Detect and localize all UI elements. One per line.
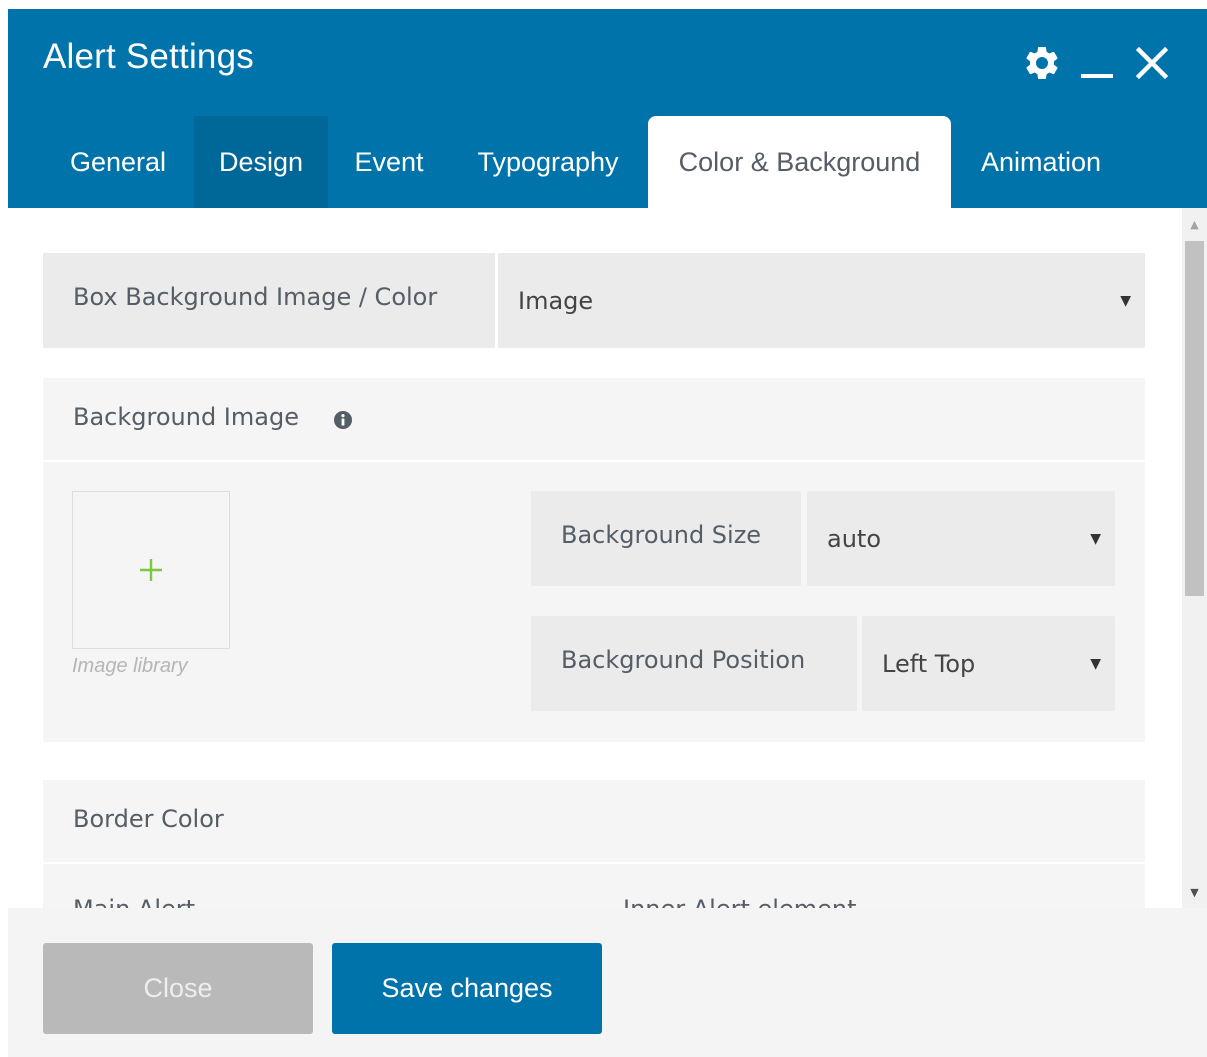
close-button[interactable]: Close bbox=[43, 943, 313, 1034]
bg-size-select[interactable]: auto ▼ bbox=[807, 491, 1115, 586]
close-dialog-button[interactable] bbox=[1130, 41, 1174, 85]
dialog-footer: Close Save changes bbox=[8, 908, 1207, 1057]
scroll-thumb[interactable] bbox=[1185, 241, 1204, 596]
alert-settings-dialog: Alert Settings General Design Event Typo… bbox=[8, 9, 1207, 1057]
bg-image-title: Background Image bbox=[73, 403, 299, 431]
settings-panel: Box Background Image / Color Image ▼ Bac… bbox=[8, 208, 1207, 908]
dialog-header: Alert Settings General Design Event Typo… bbox=[8, 9, 1207, 208]
bg-size-value: auto bbox=[827, 524, 882, 553]
settings-button[interactable] bbox=[1020, 41, 1064, 85]
tab-typography[interactable]: Typography bbox=[450, 116, 646, 208]
border-color-content: Main Alert Inner Alert element bbox=[43, 864, 1145, 908]
dialog-title: Alert Settings bbox=[43, 37, 254, 76]
tab-event[interactable]: Event bbox=[328, 116, 450, 208]
box-bg-select[interactable]: Image ▼ bbox=[498, 253, 1145, 348]
save-changes-button[interactable]: Save changes bbox=[332, 943, 602, 1034]
box-bg-label: Box Background Image / Color bbox=[73, 283, 438, 311]
image-upload-box[interactable] bbox=[72, 491, 230, 649]
tab-general[interactable]: General bbox=[43, 116, 193, 208]
minimize-icon bbox=[1081, 74, 1113, 78]
bg-position-value: Left Top bbox=[882, 649, 976, 678]
inner-alert-label: Inner Alert element bbox=[623, 895, 856, 908]
minimize-button[interactable] bbox=[1075, 41, 1119, 85]
tab-animation[interactable]: Animation bbox=[954, 116, 1128, 208]
info-icon[interactable] bbox=[333, 410, 353, 434]
dropdown-arrow-icon: ▼ bbox=[1090, 530, 1101, 547]
bg-image-header: Background Image bbox=[43, 378, 1145, 460]
plus-icon bbox=[140, 559, 162, 581]
border-color-header: Border Color bbox=[43, 780, 1145, 862]
gear-icon bbox=[1026, 46, 1058, 79]
tab-bar: General Design Event Typography Color & … bbox=[8, 116, 1207, 208]
border-color-title: Border Color bbox=[73, 805, 224, 833]
close-icon bbox=[1135, 46, 1169, 80]
bg-position-select[interactable]: Left Top ▼ bbox=[862, 616, 1115, 711]
main-alert-label: Main Alert bbox=[73, 895, 195, 908]
tab-design[interactable]: Design bbox=[194, 116, 328, 208]
bg-image-content: Image library Background Size auto ▼ Bac… bbox=[43, 462, 1145, 742]
vertical-scrollbar[interactable]: ▲ ▼ bbox=[1182, 208, 1207, 908]
dropdown-arrow-icon: ▼ bbox=[1090, 655, 1101, 672]
scroll-down-arrow-icon[interactable]: ▼ bbox=[1182, 876, 1207, 908]
bg-position-label-cell: Background Position bbox=[531, 616, 857, 711]
bg-position-label: Background Position bbox=[561, 646, 806, 674]
box-bg-value: Image bbox=[518, 286, 594, 315]
box-bg-label-cell: Box Background Image / Color bbox=[43, 253, 495, 348]
bg-size-label-cell: Background Size bbox=[531, 491, 801, 586]
scroll-up-arrow-icon[interactable]: ▲ bbox=[1182, 208, 1207, 240]
tab-color-background[interactable]: Color & Background bbox=[648, 116, 951, 208]
dropdown-arrow-icon: ▼ bbox=[1120, 292, 1131, 309]
image-library-link[interactable]: Image library bbox=[72, 655, 188, 678]
bg-size-label: Background Size bbox=[561, 521, 762, 549]
